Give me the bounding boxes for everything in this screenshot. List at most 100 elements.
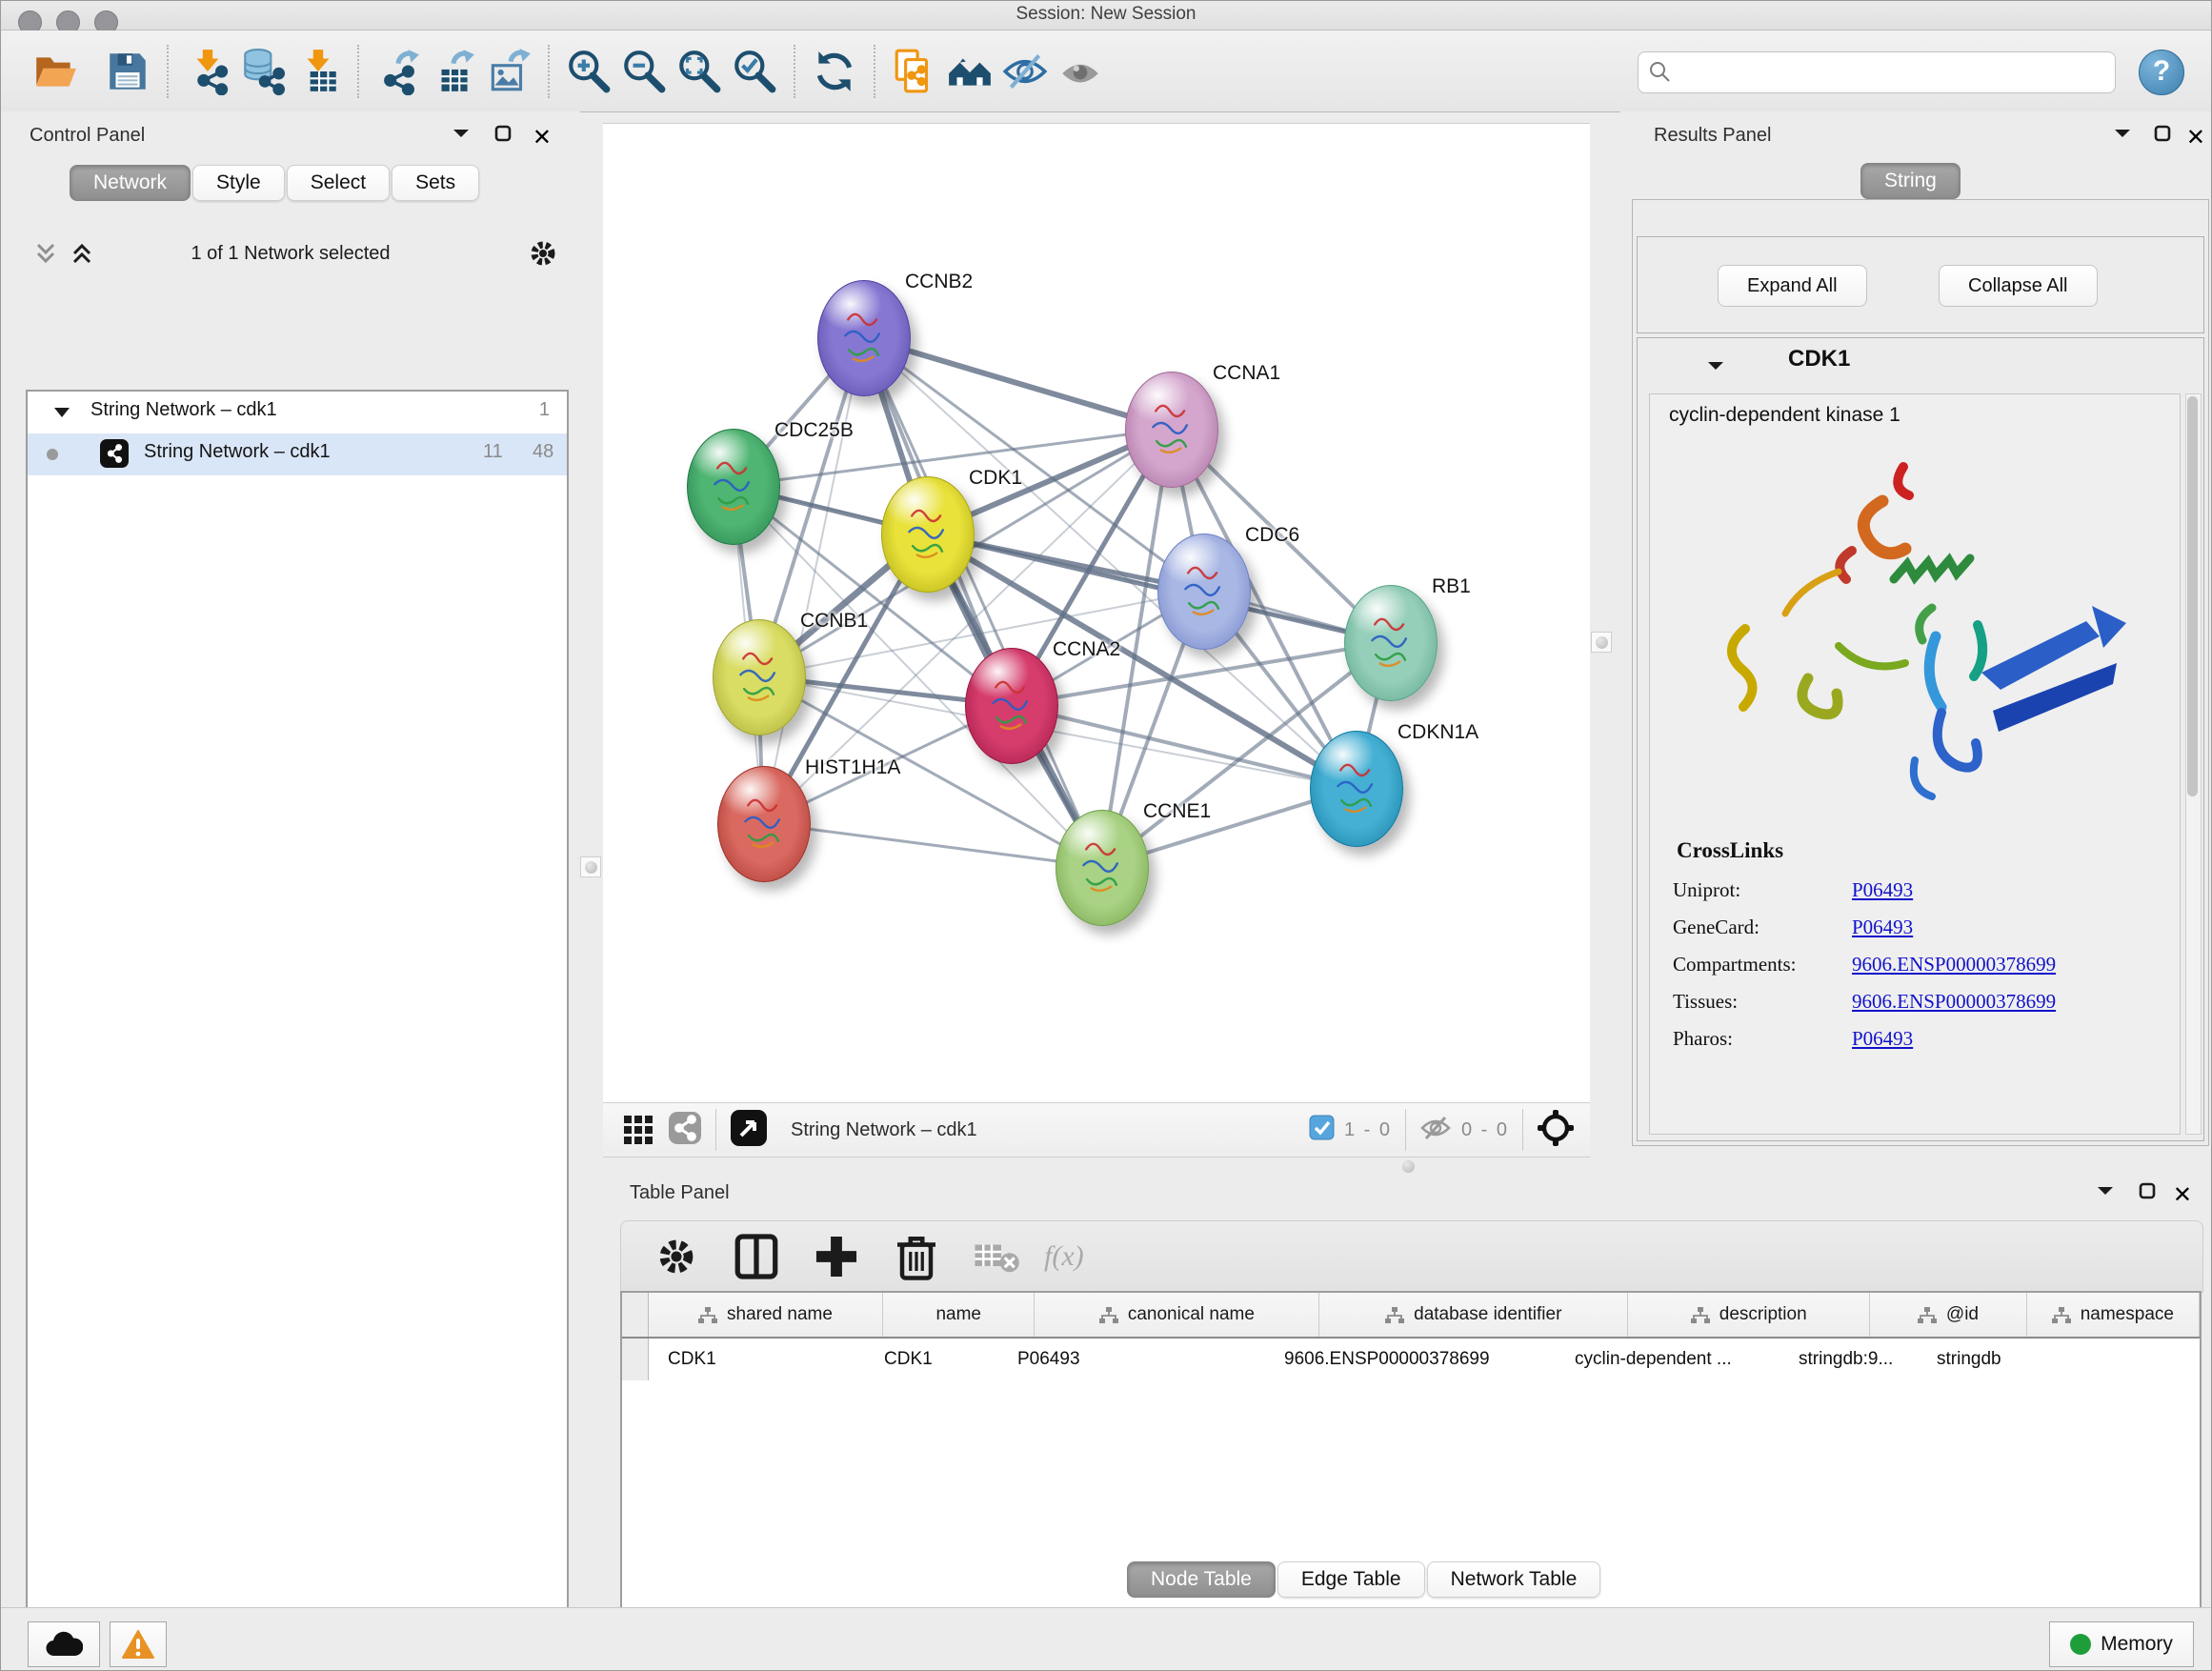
table-row[interactable]: CDK1CDK1P064939606.ENSP00000378699cyclin… (622, 1339, 2200, 1380)
network-badge-icon[interactable] (668, 1111, 702, 1150)
collapse-all-button[interactable]: Collapse All (1939, 265, 2098, 307)
show-columns-icon[interactable] (726, 1226, 787, 1287)
show-all-icon[interactable] (1053, 44, 1108, 99)
table-cell[interactable]: stringdb:9... (1780, 1339, 1918, 1380)
protein-name[interactable]: CDK1 (1788, 346, 1850, 372)
table-cell[interactable]: CDK1 (649, 1339, 865, 1380)
hide-selected-icon[interactable] (997, 44, 1053, 99)
help-icon[interactable]: ? (2139, 50, 2184, 95)
network-row-selected[interactable]: String Network – cdk1 11 48 (28, 433, 567, 475)
network-node-HIST1H1A[interactable] (717, 766, 811, 882)
control-panel-menu-button[interactable] (452, 127, 470, 145)
network-node-CDC25B[interactable] (687, 429, 780, 545)
tab-string[interactable]: String (1860, 163, 1961, 199)
results-panel-float-button[interactable] (2154, 125, 2171, 147)
table-cell[interactable]: 9606.ENSP00000378699 (1265, 1339, 1556, 1380)
table-toolbar: f(x) (620, 1220, 2203, 1293)
crosslink-link[interactable]: 9606.ENSP00000378699 (1852, 953, 2056, 976)
tab-sets[interactable]: Sets (392, 165, 479, 201)
tab-network-table[interactable]: Network Table (1427, 1561, 1601, 1598)
first-neighbors-houses-icon[interactable] (942, 44, 997, 99)
memory-button[interactable]: Memory (2049, 1621, 2194, 1667)
import-table-icon[interactable] (291, 44, 346, 99)
tab-node-table[interactable]: Node Table (1127, 1561, 1276, 1598)
refresh-layout-icon[interactable] (807, 44, 862, 99)
expand-all-button[interactable]: Expand All (1718, 265, 1867, 307)
network-collection-row[interactable]: String Network – cdk1 1 (28, 392, 567, 433)
export-image-icon[interactable] (481, 44, 536, 99)
network-node-CCNE1[interactable] (1056, 810, 1149, 926)
network-node-CCNB1[interactable] (713, 619, 806, 735)
network-node-CCNB2[interactable] (817, 280, 911, 396)
network-node-RB1[interactable] (1344, 585, 1438, 701)
node-label-CDKN1A: CDKN1A (1398, 721, 1478, 744)
node-label-RB1: RB1 (1432, 575, 1471, 598)
column-header--id[interactable]: @id (1870, 1293, 2026, 1337)
bottom-splitter-handle[interactable] (1398, 1157, 1418, 1176)
table-settings-gear-icon[interactable] (646, 1226, 707, 1287)
collection-expander-icon[interactable] (54, 407, 70, 418)
search-input[interactable] (1680, 56, 2103, 89)
control-panel-close-button[interactable]: ✕ (533, 124, 552, 151)
delete-column-trash-icon[interactable] (886, 1226, 947, 1287)
zoom-selected-icon[interactable] (727, 44, 782, 99)
network-node-CDKN1A[interactable] (1310, 731, 1403, 847)
tab-edge-table[interactable]: Edge Table (1277, 1561, 1425, 1598)
zoom-out-icon[interactable] (616, 44, 672, 99)
table-panel-title: Table Panel (630, 1182, 730, 1204)
right-splitter-handle[interactable] (1591, 632, 1612, 653)
column-header-namespace[interactable]: namespace (2027, 1293, 2200, 1337)
detach-view-icon[interactable] (730, 1109, 768, 1152)
network-node-CDC6[interactable] (1157, 534, 1251, 650)
left-splitter-handle[interactable] (580, 856, 601, 877)
crosslink-link[interactable]: P06493 (1852, 878, 1913, 901)
search-icon (1648, 60, 1673, 85)
open-file-icon[interactable] (28, 44, 83, 99)
column-header-canonical-name[interactable]: canonical name (1035, 1293, 1319, 1337)
selected-checkbox-icon[interactable] (1309, 1115, 1335, 1145)
network-canvas[interactable]: CCNB2CCNA1CDC25BCDK1CDC6RB1CCNB1CCNA2CDK… (603, 123, 1590, 1103)
tab-network[interactable]: Network (70, 165, 191, 201)
add-column-icon[interactable] (806, 1226, 867, 1287)
cloud-status-button[interactable] (28, 1621, 100, 1667)
network-row-label: String Network – cdk1 (144, 441, 331, 463)
network-node-CCNA1[interactable] (1125, 372, 1218, 488)
control-panel-float-button[interactable] (494, 125, 512, 147)
column-header-shared-name[interactable]: shared name (649, 1293, 883, 1337)
warning-status-button[interactable] (110, 1621, 167, 1667)
network-node-CDK1[interactable] (881, 476, 975, 593)
table-panel-float-button[interactable] (2139, 1182, 2156, 1204)
table-cell[interactable]: P06493 (998, 1339, 1265, 1380)
grid-view-icon[interactable] (622, 1112, 654, 1149)
column-header-database-identifier[interactable]: database identifier (1319, 1293, 1628, 1337)
zoom-in-icon[interactable] (561, 44, 616, 99)
node-label-CDK1: CDK1 (969, 467, 1022, 490)
birds-eye-crosshair-icon[interactable] (1537, 1109, 1575, 1152)
table-panel-close-button[interactable]: ✕ (2173, 1181, 2192, 1209)
column-header-description[interactable]: description (1628, 1293, 1870, 1337)
crosslink-link[interactable]: P06493 (1852, 1027, 1913, 1050)
export-table-icon[interactable] (426, 44, 481, 99)
table-panel-menu-button[interactable] (2097, 1184, 2114, 1202)
network-options-gear-icon[interactable] (527, 237, 559, 274)
export-network-icon[interactable] (371, 44, 426, 99)
crosslink-link[interactable]: 9606.ENSP00000378699 (1852, 990, 2056, 1013)
protein-expander-icon[interactable] (1707, 359, 1724, 372)
column-header-name[interactable]: name (883, 1293, 1035, 1337)
new-network-from-selection-icon[interactable] (887, 44, 942, 99)
save-session-icon[interactable] (100, 44, 155, 99)
import-network-database-icon[interactable] (235, 44, 291, 99)
results-scrollbar[interactable] (2185, 393, 2202, 1135)
tab-select[interactable]: Select (287, 165, 390, 201)
import-network-file-icon[interactable] (180, 44, 235, 99)
table-cell[interactable]: stringdb (1918, 1339, 2072, 1380)
results-panel-close-button[interactable]: ✕ (2186, 124, 2205, 151)
zoom-fit-icon[interactable] (672, 44, 727, 99)
results-panel-menu-button[interactable] (2114, 127, 2131, 145)
tab-style[interactable]: Style (192, 165, 285, 201)
crosslink-link[interactable]: P06493 (1852, 916, 1913, 938)
network-node-CCNA2[interactable] (965, 648, 1058, 764)
string-network-icon (100, 439, 129, 468)
table-cell[interactable]: cyclin-dependent ... (1556, 1339, 1780, 1380)
table-cell[interactable]: CDK1 (865, 1339, 998, 1380)
